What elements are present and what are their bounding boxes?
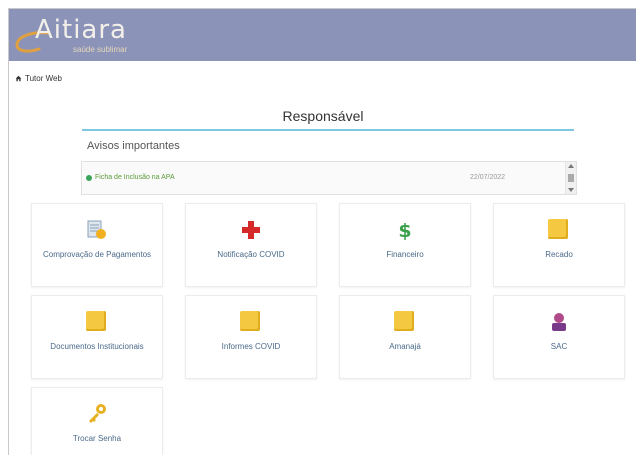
- tile-financeiro[interactable]: $ Financeiro: [339, 203, 471, 287]
- tile-recado[interactable]: Recado: [493, 203, 625, 287]
- folder-icon: [394, 311, 416, 333]
- brand-logo[interactable]: Aitiara saúde sublimar: [13, 13, 143, 57]
- tile-amanaja[interactable]: Amanajá: [339, 295, 471, 379]
- title-underline: [82, 129, 574, 131]
- app-frame: Aitiara saúde sublimar Tutor Web Respons…: [8, 8, 636, 455]
- tile-notificacao-covid[interactable]: Notificação COVID: [185, 203, 317, 287]
- tile-comprovacao-pagamentos[interactable]: Comprovação de Pagamentos: [31, 203, 163, 287]
- scroll-up-icon[interactable]: [568, 164, 574, 168]
- folder-icon: [86, 311, 108, 333]
- notices-heading: Avisos importantes: [87, 140, 180, 152]
- red-cross-icon: [242, 221, 260, 239]
- receipt-icon: [87, 220, 106, 239]
- person-icon: [552, 313, 566, 331]
- tile-sac[interactable]: SAC: [493, 295, 625, 379]
- tile-label: Amanajá: [389, 342, 421, 351]
- breadcrumb-label[interactable]: Tutor Web: [25, 74, 62, 83]
- brand-name: Aitiara: [35, 15, 127, 45]
- scroll-down-icon[interactable]: [568, 188, 574, 192]
- dollar-icon: $: [398, 220, 411, 241]
- tile-informes-covid[interactable]: Informes COVID: [185, 295, 317, 379]
- header-bar: Aitiara saúde sublimar: [9, 9, 636, 61]
- check-circle-icon: [86, 174, 92, 181]
- breadcrumb[interactable]: Tutor Web: [15, 74, 62, 83]
- notice-text[interactable]: Ficha de Inclusão na APA: [95, 174, 175, 181]
- tile-label: Informes COVID: [221, 342, 281, 351]
- tile-label: Notificação COVID: [217, 250, 285, 259]
- tile-trocar-senha[interactable]: Trocar Senha: [31, 387, 163, 455]
- notices-scrollbar[interactable]: [565, 162, 576, 194]
- page-title: Responsável: [282, 108, 364, 124]
- folder-icon: [240, 311, 262, 333]
- tile-documentos-institucionais[interactable]: Documentos Institucionais: [31, 295, 163, 379]
- tile-label: Recado: [545, 250, 573, 259]
- notice-date: 22/07/2022: [470, 174, 506, 181]
- key-icon: [89, 404, 106, 423]
- tile-label: Trocar Senha: [72, 434, 122, 443]
- svg-text:$: $: [398, 220, 411, 241]
- scroll-thumb[interactable]: [568, 174, 574, 182]
- tile-label: Financeiro: [386, 250, 424, 259]
- folder-icon: [548, 219, 570, 241]
- notices-list: Ficha de Inclusão na APA 22/07/2022: [81, 161, 577, 195]
- home-icon: [15, 75, 22, 82]
- tile-label: Documentos Institucionais: [50, 342, 144, 351]
- tile-label: SAC: [550, 342, 568, 351]
- tile-label: Comprovação de Pagamentos: [42, 250, 152, 259]
- brand-tagline: saúde sublimar: [73, 45, 128, 54]
